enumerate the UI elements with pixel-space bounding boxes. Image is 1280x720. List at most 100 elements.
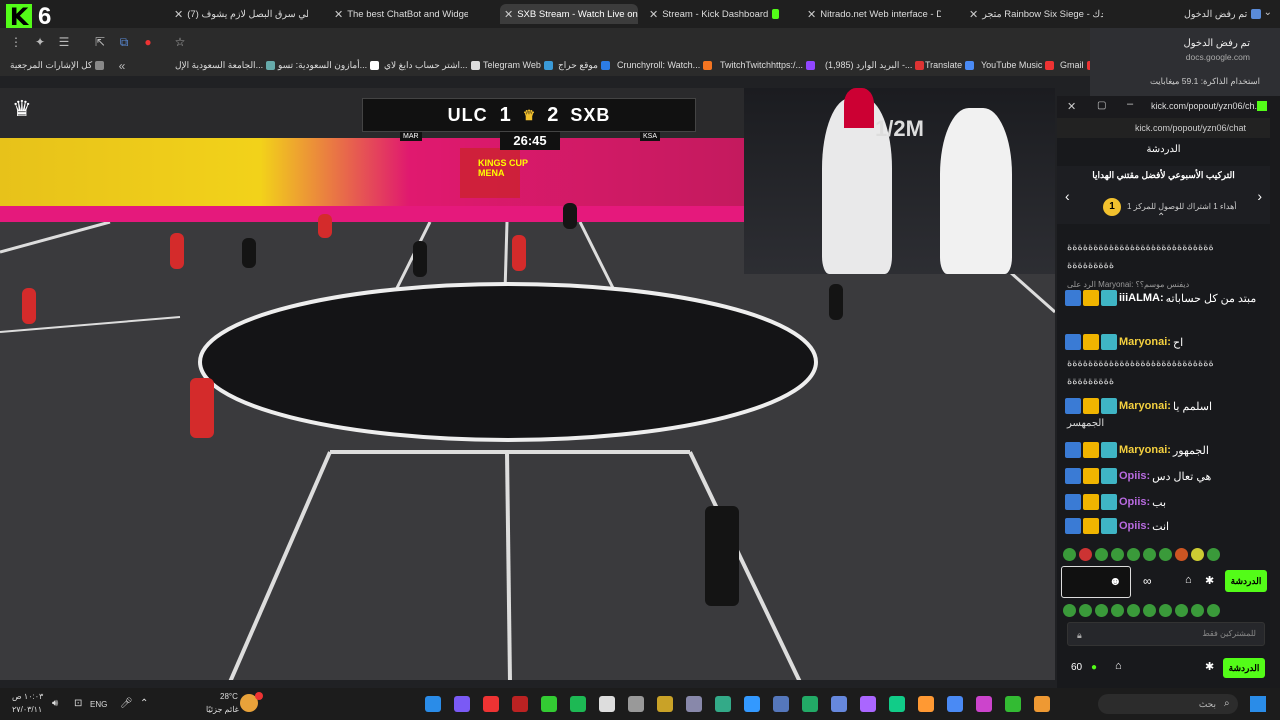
taskbar-search[interactable]: بحث (1098, 694, 1238, 714)
browser-tab[interactable]: ✕ Nitrado.net Web interface - Da (803, 4, 941, 24)
taskbar-app-icon[interactable] (947, 696, 963, 712)
bookmark-item[interactable]: Crunchyroll: Watch... (617, 60, 713, 70)
store-icon[interactable]: ⌂ (1115, 660, 1122, 672)
tab-close-icon[interactable]: ✕ (807, 8, 816, 21)
chat-username[interactable]: Opiis: (1119, 496, 1150, 508)
chat-button[interactable]: الدردشة (1223, 658, 1265, 678)
emote[interactable] (1175, 548, 1188, 561)
minimize-icon[interactable]: – (1127, 98, 1133, 110)
tune-icon[interactable]: ☰ (56, 34, 72, 50)
browser-tab[interactable]: ✕ SXB Stream - Watch Live on (500, 4, 638, 24)
emote[interactable] (1159, 548, 1172, 561)
extension-icon[interactable]: ✦ (32, 34, 48, 50)
taskbar-app-icon[interactable] (860, 696, 876, 712)
taskbar-app-icon[interactable] (715, 696, 731, 712)
taskbar-app-icon[interactable] (773, 696, 789, 712)
chat-send-button[interactable]: الدردشة (1225, 570, 1267, 592)
chat-username[interactable]: Maryonai: (1119, 400, 1171, 412)
browser-tab[interactable]: ✕ The best ChatBot and Widgets (330, 4, 468, 24)
share-icon[interactable]: ⇱ (92, 34, 108, 50)
bookmark-item[interactable]: (1,985) البريد الوارد -... (825, 60, 925, 71)
taskbar-app-icon[interactable] (512, 696, 528, 712)
taskbar-app-icon[interactable] (918, 696, 934, 712)
emote[interactable] (1143, 548, 1156, 561)
emote[interactable] (1159, 604, 1172, 617)
emote[interactable] (1143, 604, 1156, 617)
bookmark-item[interactable]: الجامعة السعودية الإل... (175, 60, 276, 71)
emote[interactable] (1095, 604, 1108, 617)
taskbar-app-icon[interactable] (802, 696, 818, 712)
chat-input[interactable]: للمشتركين فقط (1067, 622, 1265, 646)
emote[interactable] (1175, 604, 1188, 617)
clock-date[interactable]: ٢٧/٠٣/١١ (12, 705, 42, 714)
network-icon[interactable]: ⊡ (74, 698, 82, 709)
taskbar-app-icon[interactable] (570, 696, 586, 712)
translate-icon[interactable]: ⧉ (116, 34, 132, 50)
close-icon[interactable]: ✕ (1067, 100, 1076, 113)
mic-icon[interactable]: 🎤︎ (120, 698, 133, 709)
chat-username[interactable]: Maryonai: (1119, 336, 1171, 348)
page-scrollbar[interactable] (1270, 96, 1280, 688)
settings-icon[interactable]: ✱ (1205, 660, 1214, 673)
bookmark-item[interactable]: Telegram Web (483, 60, 553, 70)
taskbar-app-icon[interactable] (1034, 696, 1050, 712)
emote[interactable] (1063, 548, 1076, 561)
chevron-right-icon[interactable]: › (1257, 188, 1262, 204)
emote[interactable] (1127, 548, 1140, 561)
vpn-icon[interactable]: ● (140, 34, 156, 50)
emoji-icon[interactable]: ☻ (1109, 574, 1122, 588)
weather-text[interactable]: غائم جزئيًا (206, 705, 239, 714)
chat-username[interactable]: iiiALMA: (1119, 292, 1164, 304)
bookmark-item[interactable]: YouTube Music (981, 60, 1055, 70)
emote[interactable] (1111, 548, 1124, 561)
collapse-icon[interactable]: ⌃ (1157, 212, 1165, 223)
clock-time[interactable]: ١٠:٠٣ ص (12, 692, 43, 701)
tab-close-icon[interactable]: ✕ (334, 8, 343, 21)
tab-close-icon[interactable]: ✕ (649, 8, 658, 21)
taskbar-app-icon[interactable] (889, 696, 905, 712)
taskbar-app-icon[interactable] (831, 696, 847, 712)
chat-username[interactable]: Opiis: (1119, 470, 1150, 482)
volume-icon[interactable]: 🔊︎ (52, 698, 58, 709)
infinity-icon[interactable]: ∞ (1143, 574, 1152, 588)
bookmark-item[interactable]: كل الإشارات المرجعية (10, 60, 105, 71)
emote[interactable] (1079, 548, 1092, 561)
taskbar-app-icon[interactable] (483, 696, 499, 712)
browser-tab[interactable]: ✕ (7) اللي سرق البصل لازم يشوف (170, 4, 308, 24)
chat-username[interactable]: Opiis: (1119, 520, 1150, 532)
emote[interactable] (1079, 604, 1092, 617)
emote[interactable] (1063, 604, 1076, 617)
settings-icon[interactable]: ✱ (1205, 574, 1214, 587)
taskbar-app-icon[interactable] (686, 696, 702, 712)
language-indicator[interactable]: ENG (90, 700, 107, 709)
browser-tab[interactable]: ✕ متجر Rainbow Six Siege - ميلادك (965, 4, 1103, 24)
tab-close-icon[interactable]: ✕ (174, 8, 183, 21)
emote[interactable] (1095, 548, 1108, 561)
bookmark-item[interactable]: TwitchTwitchhttps:/... (720, 60, 816, 70)
tab-close-icon[interactable]: ✕ (504, 8, 513, 21)
maximize-icon[interactable]: ▢ (1097, 100, 1106, 111)
taskbar-app-icon[interactable] (976, 696, 992, 712)
weather-temp[interactable]: 28°C (220, 692, 238, 701)
taskbar-app-icon[interactable] (454, 696, 470, 712)
taskbar-app-icon[interactable] (1005, 696, 1021, 712)
tray-chevron-icon[interactable]: ⌃ (140, 698, 148, 709)
windows-start-icon[interactable] (1250, 696, 1266, 712)
chevron-left-icon[interactable]: ‹ (1065, 188, 1070, 204)
emote[interactable] (1207, 548, 1220, 561)
tab-close-icon[interactable]: ✕ (969, 8, 978, 21)
star-icon[interactable]: ☆ (172, 34, 188, 50)
taskbar-app-icon[interactable] (628, 696, 644, 712)
bookmark-item[interactable]: Translate (925, 60, 975, 70)
browser-tab[interactable]: تم رفض الدخول (1180, 4, 1270, 24)
taskbar-app-icon[interactable] (425, 696, 441, 712)
emote[interactable] (1191, 604, 1204, 617)
taskbar-app-icon[interactable] (541, 696, 557, 712)
emote[interactable] (1111, 604, 1124, 617)
bookmark-item[interactable]: اشتر حساب دايغ لاي... (384, 60, 480, 71)
tab-dropdown-icon[interactable]: ⌄ (1264, 7, 1272, 18)
taskbar-app-icon[interactable] (599, 696, 615, 712)
bookmark-item[interactable]: أمازون السعودية: تسو... (278, 60, 380, 71)
store-icon[interactable]: ⌂ (1185, 574, 1192, 586)
emote[interactable] (1191, 548, 1204, 561)
